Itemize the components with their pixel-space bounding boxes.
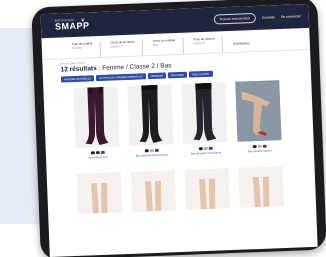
color-swatch[interactable] bbox=[91, 151, 95, 155]
color-swatch[interactable] bbox=[204, 146, 208, 151]
color-swatch[interactable] bbox=[155, 148, 159, 153]
color-swatches bbox=[76, 150, 120, 155]
product-image[interactable] bbox=[127, 84, 174, 146]
color-swatch[interactable] bbox=[101, 150, 105, 155]
product-name[interactable]: Bas Varisan® Transparent bbox=[184, 152, 228, 157]
product-image[interactable] bbox=[235, 80, 282, 142]
color-swatch[interactable] bbox=[96, 151, 100, 155]
product-card[interactable]: Bas Varisan® Semi-Opaque bbox=[127, 84, 174, 158]
product-image[interactable] bbox=[76, 172, 123, 214]
nav-link-conseils[interactable]: Conseils bbox=[262, 15, 275, 19]
tag-chip[interactable]: ACTIFS AUX JAMBES/CORPS/FLUX bbox=[96, 73, 146, 82]
product-card[interactable]: Bas Varisan® Transparent bbox=[181, 82, 228, 156]
main-nav: Trouver mon produit Conseils Se connecte… bbox=[213, 11, 301, 25]
color-swatch[interactable] bbox=[253, 145, 257, 149]
product-grid: Bas Varisan Duo Bas Varisan® Semi-Opaque bbox=[43, 79, 317, 257]
leaf-icon: ❦ bbox=[80, 17, 86, 24]
tag-chip[interactable]: MATIÈRE NATURELLE bbox=[60, 75, 95, 83]
color-swatch[interactable] bbox=[262, 144, 267, 149]
product-name[interactable]: Bas Varisan Fashion bbox=[238, 149, 282, 154]
color-swatch[interactable] bbox=[199, 147, 203, 151]
product-name[interactable]: Bas Varisan Duo bbox=[76, 156, 120, 161]
product-image[interactable] bbox=[184, 168, 231, 210]
color-swatch[interactable] bbox=[145, 149, 149, 153]
product-image[interactable] bbox=[181, 82, 228, 144]
tablet-screen: BIENVENUE SMAPP ❦ Trouver mon produit Co… bbox=[40, 3, 318, 257]
find-product-button[interactable]: Trouver mon produit bbox=[213, 12, 257, 25]
filter-value: (V)(S)(T) bbox=[193, 40, 206, 46]
product-image[interactable] bbox=[73, 86, 120, 148]
nav-link-login[interactable]: Se connecter bbox=[281, 14, 301, 19]
product-card[interactable] bbox=[130, 170, 177, 212]
filter-product-type[interactable]: Type de produit Femme bbox=[71, 40, 101, 59]
reset-filters-link[interactable]: Réinitialiser bbox=[233, 35, 251, 52]
color-swatch[interactable] bbox=[209, 146, 213, 151]
tag-chip[interactable]: FANTAISIE bbox=[167, 71, 188, 79]
filter-model[interactable]: Choix du modèle Bas bbox=[152, 37, 184, 55]
brand-logo[interactable]: BIENVENUE SMAPP ❦ bbox=[55, 17, 90, 32]
filter-value: Femme bbox=[71, 45, 83, 51]
product-image[interactable] bbox=[130, 170, 177, 212]
tag-chip[interactable]: PREMIUM bbox=[147, 72, 167, 80]
color-swatch[interactable] bbox=[150, 148, 154, 153]
filter-value: Bas bbox=[152, 42, 159, 47]
filter-value: Classe 2 bbox=[110, 44, 123, 49]
product-card[interactable] bbox=[238, 166, 285, 208]
product-image[interactable] bbox=[238, 166, 285, 208]
results-count: 12 résultats bbox=[60, 65, 97, 74]
product-card[interactable] bbox=[184, 168, 231, 210]
filter-class[interactable]: Choix de la classe Classe 2 bbox=[110, 39, 144, 57]
product-card[interactable] bbox=[76, 172, 123, 214]
tag-chip[interactable]: PIED OUVERT bbox=[188, 70, 213, 78]
color-swatches bbox=[238, 144, 282, 149]
filter-measure[interactable]: Prise de mesure (V)(S)(T) bbox=[193, 36, 224, 54]
color-swatch[interactable] bbox=[257, 144, 262, 149]
tablet-frame: BIENVENUE SMAPP ❦ Trouver mon produit Co… bbox=[31, 0, 326, 257]
product-card[interactable]: Bas Varisan Fashion bbox=[235, 80, 282, 154]
product-name[interactable]: Bas Varisan® Semi-Opaque bbox=[130, 154, 174, 159]
product-card[interactable]: Bas Varisan Duo bbox=[73, 86, 120, 160]
color-swatches bbox=[184, 146, 228, 151]
